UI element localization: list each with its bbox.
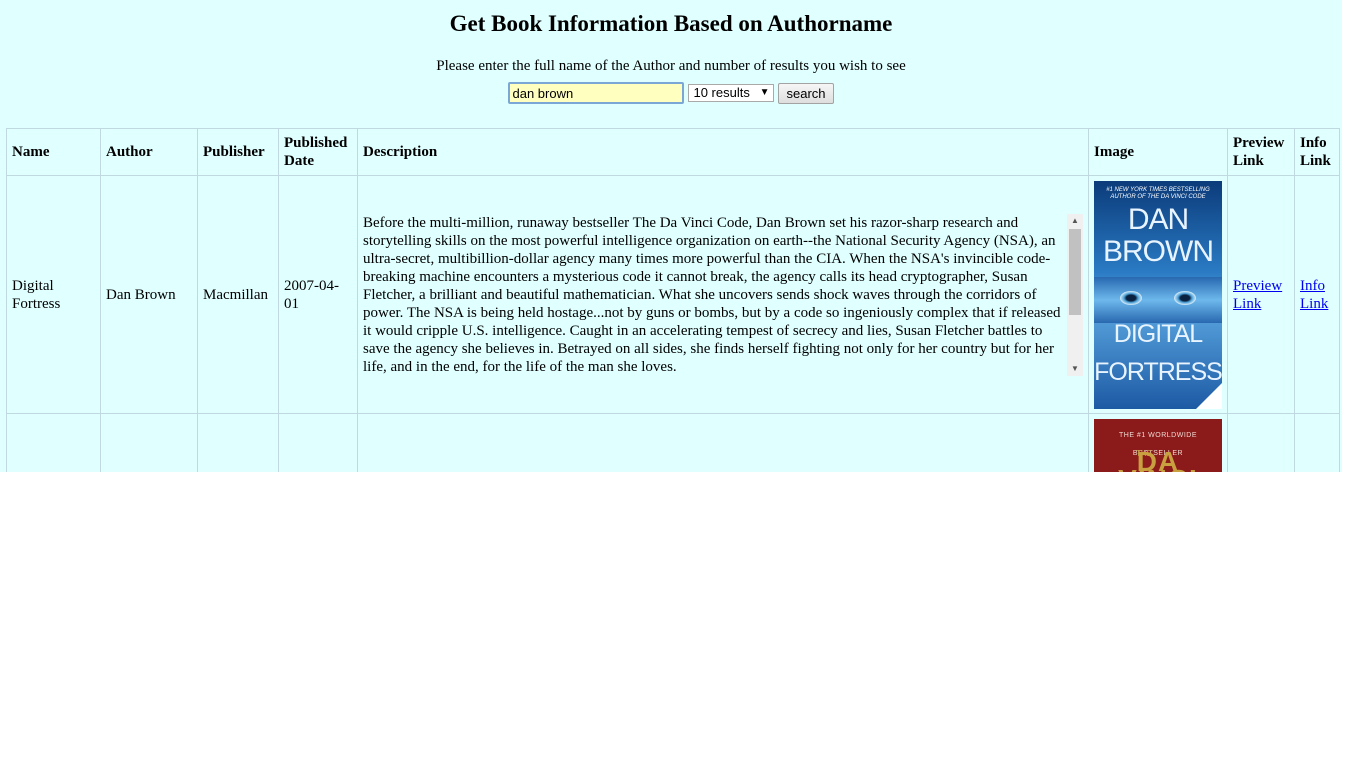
cell-description: Before the multi-million, runaway bestse…	[357, 175, 1089, 414]
header-publisher: Publisher	[197, 128, 279, 176]
cell-info-link	[1294, 413, 1340, 472]
results-count-value: 10 results	[693, 85, 750, 100]
table-row: THE #1 WORLDWIDE BESTSELLER THE DA VINCI	[6, 413, 1340, 472]
header-published-date: Published Date	[278, 128, 358, 176]
header-info-link: Info Link	[1294, 128, 1340, 176]
cover-blurb: #1 NEW YORK TIMES BESTSELLING AUTHOR OF …	[1106, 186, 1210, 200]
cover-title-line2: FORTRESS	[1094, 357, 1222, 386]
cell-name	[6, 413, 101, 472]
eye-icon	[1120, 290, 1142, 305]
cell-image: #1 NEW YORK TIMES BESTSELLING AUTHOR OF …	[1088, 175, 1228, 414]
cell-published-date	[278, 413, 358, 472]
cover-eyes-graphic	[1094, 276, 1222, 323]
cell-info-link: Info Link	[1294, 175, 1340, 414]
header-description: Description	[357, 128, 1089, 176]
table-row: Digital Fortress Dan Brown Macmillan 200…	[6, 175, 1340, 414]
author-search-input[interactable]	[508, 82, 685, 104]
cell-published-date: 2007-04-01	[278, 175, 358, 414]
instructions-text: Please enter the full name of the Author…	[436, 58, 906, 74]
cover-author-line1: DAN	[1127, 202, 1189, 236]
cell-publisher	[197, 413, 279, 472]
results-table: Name Author Publisher Published Date Des…	[6, 128, 1340, 472]
header-image: Image	[1088, 128, 1228, 176]
cell-author	[100, 413, 198, 472]
dropdown-arrow-icon: ▼	[759, 87, 770, 98]
cover-author-line2: BROWN	[1103, 234, 1214, 268]
cell-preview-link: Preview Link	[1227, 175, 1295, 414]
header-name: Name	[6, 128, 101, 176]
cover-title-partial: DA VINCI	[1118, 446, 1197, 473]
cell-image: THE #1 WORLDWIDE BESTSELLER THE DA VINCI	[1088, 413, 1228, 472]
scroll-down-icon[interactable]: ▼	[1067, 362, 1083, 376]
page-curl-graphic	[1196, 382, 1222, 409]
search-form: 10 results ▼ search	[0, 82, 1342, 104]
book-cover-image: THE #1 WORLDWIDE BESTSELLER THE DA VINCI	[1094, 419, 1222, 472]
preview-link[interactable]: Preview Link	[1233, 278, 1282, 312]
info-link[interactable]: Info Link	[1300, 278, 1328, 312]
cell-publisher: Macmillan	[197, 175, 279, 414]
search-button[interactable]: search	[778, 82, 834, 104]
scroll-up-icon[interactable]: ▲	[1067, 214, 1083, 228]
table-header-row: Name Author Publisher Published Date Des…	[6, 128, 1340, 176]
cover-title-line1: DIGITAL	[1113, 319, 1203, 348]
description-scroll-box[interactable]: Before the multi-million, runaway bestse…	[363, 213, 1083, 376]
header-preview-link: Preview Link	[1227, 128, 1295, 176]
description-scrollbar[interactable]: ▲ ▼	[1067, 213, 1083, 376]
description-text: Before the multi-million, runaway bestse…	[363, 214, 1061, 375]
eye-icon	[1174, 290, 1196, 305]
results-count-select[interactable]: 10 results ▼	[688, 84, 775, 102]
cell-preview-link	[1227, 413, 1295, 472]
page-title: Get Book Information Based on Authorname	[449, 11, 893, 36]
cell-author: Dan Brown	[100, 175, 198, 414]
book-cover-image: #1 NEW YORK TIMES BESTSELLING AUTHOR OF …	[1094, 180, 1222, 409]
scrollbar-thumb[interactable]	[1069, 228, 1081, 315]
page-viewport: Get Book Information Based on Authorname…	[0, 0, 1342, 472]
header-author: Author	[100, 128, 198, 176]
cell-name: Digital Fortress	[6, 175, 101, 414]
cell-description	[357, 413, 1089, 472]
